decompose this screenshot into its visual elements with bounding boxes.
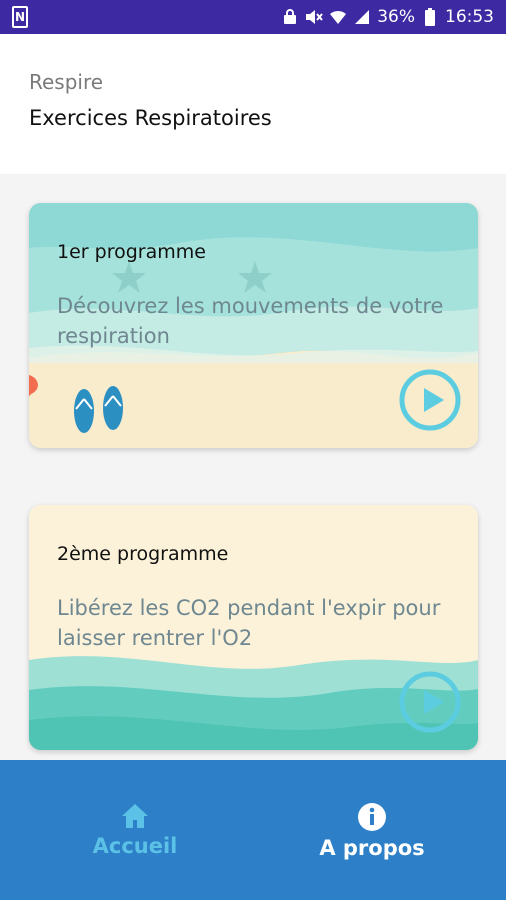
wifi-icon — [329, 8, 347, 26]
nav-home[interactable]: Accueil — [45, 802, 225, 858]
nav-about-label: A propos — [319, 836, 425, 860]
program-card-1[interactable]: 1er programme Découvrez les mouvements d… — [29, 203, 478, 448]
nav-about[interactable]: A propos — [282, 802, 462, 860]
n-icon: N — [12, 6, 28, 28]
program-title: 2ème programme — [57, 543, 229, 565]
nav-home-label: Accueil — [92, 834, 178, 858]
status-bar: N 36% 16:53 — [0, 0, 506, 34]
play-button-icon[interactable] — [398, 368, 462, 432]
bottom-navigation: Accueil A propos — [0, 760, 506, 900]
clock: 16:53 — [445, 7, 494, 27]
page-title: Exercices Respiratoires — [29, 106, 272, 130]
battery-icon — [421, 8, 439, 26]
lock-icon — [281, 8, 299, 26]
home-icon — [122, 804, 148, 828]
app-name: Respire — [29, 70, 104, 94]
app-header: Respire Exercices Respiratoires — [0, 34, 506, 174]
info-icon — [358, 803, 386, 831]
program-card-2[interactable]: 2ème programme Libérez les CO2 pendant l… — [29, 505, 478, 750]
signal-icon — [353, 8, 371, 26]
program-description: Libérez les CO2 pendant l'expir pour lai… — [57, 596, 441, 650]
status-icons: 36% 16:53 — [281, 7, 494, 27]
mute-icon — [305, 8, 323, 26]
program-description: Découvrez les mouvements de votre respir… — [57, 294, 444, 348]
program-title: 1er programme — [57, 241, 206, 263]
battery-percent: 36% — [377, 7, 415, 27]
play-button-icon[interactable] — [398, 670, 462, 734]
